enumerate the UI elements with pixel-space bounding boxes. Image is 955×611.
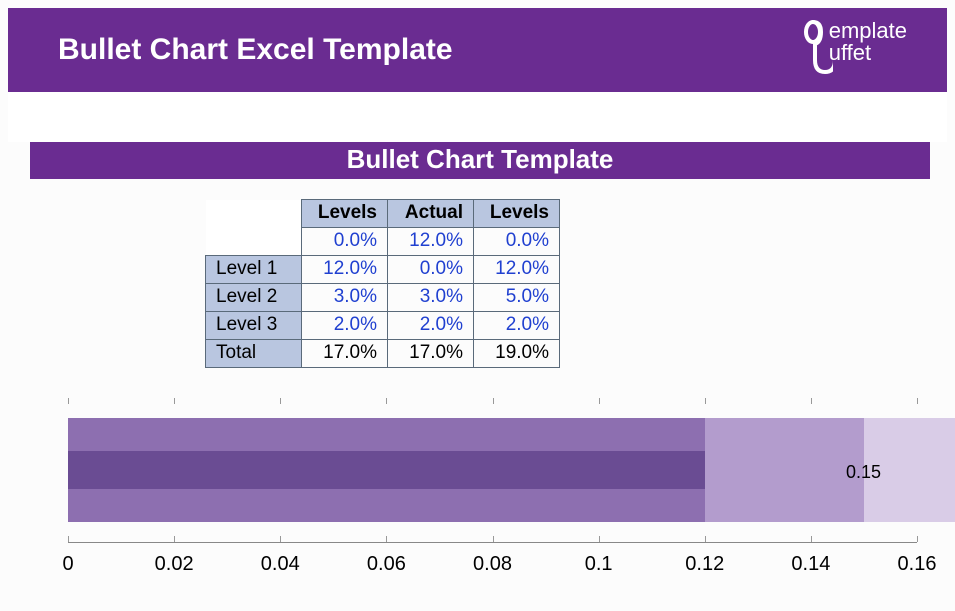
col-header: Levels [302, 200, 388, 228]
grid-tick [917, 536, 918, 542]
grid-tick [705, 398, 706, 404]
grid-tick [386, 398, 387, 404]
brand-logo: emplate uffet [793, 20, 907, 80]
cell: 3.0% [388, 284, 474, 312]
grid-tick [917, 398, 918, 404]
row-label: Total [206, 340, 302, 368]
row-label: Level 3 [206, 312, 302, 340]
x-tick-label: 0.16 [898, 553, 937, 576]
x-tick-label: 0.14 [791, 553, 830, 576]
cell: 17.0% [388, 340, 474, 368]
bullet-track: 0.15 [68, 418, 917, 522]
cell: 12.0% [302, 256, 388, 284]
grid-tick [280, 398, 281, 404]
grid-tick [68, 398, 69, 404]
bullet-chart: 0.15 0 0.02 0.04 0.06 0.08 0.1 0.12 0.14 0.16 [8, 398, 947, 583]
header-bar: Bullet Chart Excel Template emplate uffe… [8, 8, 947, 96]
cell: 2.0% [474, 312, 560, 340]
x-tick-label: 0.04 [261, 553, 300, 576]
cell: 12.0% [474, 256, 560, 284]
x-tick-label: 0.06 [367, 553, 406, 576]
x-tick-label: 0.12 [685, 553, 724, 576]
grid-tick [386, 536, 387, 542]
grid-tick [493, 398, 494, 404]
x-tick-label: 0.08 [473, 553, 512, 576]
table-row: Level 1 12.0% 0.0% 12.0% [206, 256, 560, 284]
grid-tick [493, 536, 494, 542]
table-row: Level 3 2.0% 2.0% 2.0% [206, 312, 560, 340]
data-table-wrap: Levels Actual Levels 0.0% 12.0% 0.0% Lev… [205, 199, 955, 368]
row-label: Level 1 [206, 256, 302, 284]
section-title: Bullet Chart Template [30, 142, 930, 179]
col-header: Levels [474, 200, 560, 228]
row-label: Level 2 [206, 284, 302, 312]
page-title: Bullet Chart Excel Template [58, 33, 453, 67]
table-row-total: Total 17.0% 17.0% 19.0% [206, 340, 560, 368]
grid-tick [174, 536, 175, 542]
cell: 19.0% [474, 340, 560, 368]
grid-tick [811, 398, 812, 404]
brand-line2: uffet [829, 42, 907, 64]
grid-tick [68, 536, 69, 542]
grid-tick [280, 536, 281, 542]
blank-cell [206, 200, 302, 228]
cell: 17.0% [302, 340, 388, 368]
table-header-row: Levels Actual Levels [206, 200, 560, 228]
bullet-range [705, 418, 864, 522]
data-label: 0.15 [846, 462, 881, 483]
cell: 3.0% [302, 284, 388, 312]
table-row: Level 2 3.0% 3.0% 5.0% [206, 284, 560, 312]
brand-text: emplate uffet [829, 20, 907, 64]
x-tick-label: 0 [62, 553, 73, 576]
grid-tick [174, 398, 175, 404]
spacer [8, 96, 947, 142]
grid-tick [599, 536, 600, 542]
data-table: Levels Actual Levels 0.0% 12.0% 0.0% Lev… [205, 199, 560, 368]
spoon-icon [793, 20, 833, 80]
col-header: Actual [388, 200, 474, 228]
bullet-actual-bar [68, 451, 705, 488]
grid-tick [811, 536, 812, 542]
x-tick-label: 0.1 [585, 553, 613, 576]
cell: 2.0% [302, 312, 388, 340]
chart-plot-area: 0.15 [68, 398, 917, 543]
cell: 0.0% [388, 256, 474, 284]
cell: 5.0% [474, 284, 560, 312]
table-row: 0.0% 12.0% 0.0% [206, 228, 560, 256]
blank-cell [206, 228, 302, 256]
cell: 0.0% [474, 228, 560, 256]
cell: 0.0% [302, 228, 388, 256]
x-axis: 00.020.040.060.080.10.120.140.16 [68, 543, 917, 583]
grid-tick [599, 398, 600, 404]
grid-tick [705, 536, 706, 542]
brand-line1: emplate [829, 20, 907, 42]
x-tick-label: 0.02 [155, 553, 194, 576]
cell: 2.0% [388, 312, 474, 340]
cell: 12.0% [388, 228, 474, 256]
